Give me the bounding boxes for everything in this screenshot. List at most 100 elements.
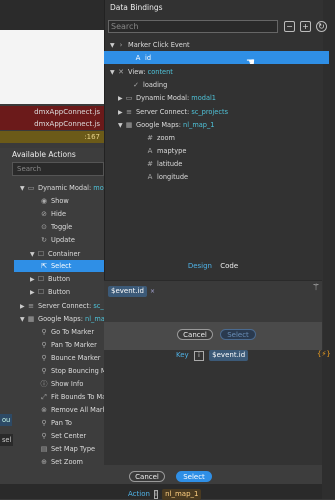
marker-icon: ⚲ — [41, 367, 47, 375]
binding-id[interactable]: Aid — [134, 52, 151, 64]
collapse-icon[interactable]: ▼ — [118, 120, 125, 132]
expand-icon[interactable]: ▶ — [118, 107, 125, 119]
database-icon: ≡ — [126, 108, 132, 116]
key-value-pill[interactable]: $event.id — [209, 350, 249, 361]
modal-icon: ▭ — [125, 94, 133, 102]
actions-select-button[interactable]: Select — [176, 471, 212, 482]
right-scroll-strip — [322, 0, 335, 499]
side-label: ou — [0, 414, 13, 426]
marker-icon: ⚲ — [41, 432, 47, 440]
action-google-maps[interactable]: ▼ ▦ Google Maps: nl_map_1 — [20, 313, 116, 325]
bindings-search-input[interactable]: Search — [108, 20, 278, 33]
magic-wand-icon[interactable]: ⚚ — [312, 283, 320, 293]
refresh-icon: ↻ — [41, 236, 47, 244]
fit-icon: ⤢ — [41, 393, 47, 401]
expression-token[interactable]: $event.id × — [108, 286, 155, 297]
action-set-center[interactable]: ⚲ Set Center — [40, 430, 86, 442]
action-show[interactable]: ◉ Show — [40, 195, 69, 207]
expand-icon[interactable]: ▶ — [30, 274, 37, 286]
action-value-pill[interactable]: nl_map_1 — [162, 489, 202, 500]
tab-design[interactable]: Design — [188, 262, 212, 270]
container-icon: ☐ — [37, 250, 45, 258]
collapse-icon[interactable]: ▼ — [110, 40, 117, 52]
text-type-icon: A — [147, 147, 153, 155]
console-row: dmxAppConnect.js — [0, 106, 104, 118]
info-icon: i — [154, 490, 158, 499]
collapse-icon[interactable]: ▼ — [20, 183, 27, 195]
action-button-2[interactable]: ▶ ☐ Button — [30, 286, 70, 298]
binding-marker-click-event[interactable]: ▼ › Marker Click Event — [110, 39, 190, 51]
modal-icon: ▭ — [27, 184, 35, 192]
binding-view-content[interactable]: ▼ ✕ View: content — [110, 66, 173, 78]
key-property-row: Key i $event.id — [176, 350, 249, 361]
marker-icon: ⚲ — [41, 328, 47, 336]
console-row: dmxAppConnect.js — [0, 118, 104, 130]
map-type-icon: ▤ — [40, 445, 48, 453]
expand-icon[interactable]: ▶ — [20, 301, 27, 313]
eye-icon: ◉ — [40, 197, 48, 205]
binding-zoom[interactable]: # zoom — [146, 132, 175, 144]
action-show-info[interactable]: ⓘ Show Info — [40, 378, 84, 390]
side-label: sel — [0, 434, 14, 446]
editor-tabs: Design Code — [104, 262, 322, 276]
action-set-map-type[interactable]: ▤ Set Map Type — [40, 443, 95, 455]
expand-all-icon[interactable]: + — [300, 21, 311, 32]
remove-token-icon[interactable]: × — [150, 288, 155, 295]
text-type-icon: A — [147, 173, 153, 181]
info-icon: ⓘ — [40, 380, 48, 388]
toolbar-strip — [0, 0, 104, 30]
actions-cancel-button[interactable]: Cancel — [129, 471, 165, 482]
database-icon: ≡ — [28, 302, 34, 310]
binding-google-maps[interactable]: ▼ ▦ Google Maps: nl_map_1 — [118, 119, 214, 131]
eye-off-icon: ⊘ — [41, 210, 47, 218]
bindings-icon[interactable]: {⚡} — [317, 350, 331, 358]
check-icon: ✓ — [133, 81, 139, 89]
expand-icon[interactable]: ▶ — [30, 287, 37, 299]
bindings-select-button[interactable]: Select — [220, 329, 256, 340]
binding-latitude[interactable]: # latitude — [146, 158, 182, 170]
bindings-footer — [104, 322, 322, 350]
button-icon: ☐ — [37, 275, 45, 283]
refresh-icon[interactable]: ↻ — [316, 21, 327, 32]
binding-dynamic-modal[interactable]: ▶ ▭ Dynamic Modal: modal1 — [118, 92, 216, 104]
binding-longitude[interactable]: Alongitude — [146, 171, 188, 183]
collapse-icon[interactable]: ▼ — [20, 314, 27, 326]
marker-icon: ⚲ — [41, 341, 47, 349]
binding-maptype[interactable]: Amaptype — [146, 145, 187, 157]
bindings-cancel-button[interactable]: Cancel — [177, 329, 213, 340]
remove-icon: ⊗ — [41, 406, 47, 414]
text-type-icon: A — [135, 54, 141, 62]
cursor-icon: ⇱ — [41, 262, 47, 270]
collapse-icon[interactable]: ▼ — [110, 67, 117, 79]
collapse-all-icon[interactable]: − — [284, 21, 295, 32]
toggle-icon: ⊙ — [41, 223, 47, 231]
binding-loading[interactable]: ✓ loading — [132, 79, 167, 91]
action-hide[interactable]: ⊘ Hide — [40, 208, 66, 220]
key-label: Key — [176, 351, 189, 359]
actions-search-input[interactable]: Search — [12, 162, 104, 176]
action-go-to-marker[interactable]: ⚲ Go To Marker — [40, 326, 94, 338]
tab-code[interactable]: Code — [220, 262, 238, 270]
info-icon: i — [193, 351, 204, 361]
number-type-icon: # — [147, 134, 153, 142]
expression-pill[interactable]: $event.id — [108, 286, 148, 297]
binding-server-connect[interactable]: ▶ ≡ Server Connect: sc_projects — [118, 106, 228, 118]
action-button-1[interactable]: ▶ ☐ Button — [30, 273, 70, 285]
action-property-row: Action i nl_map_1 — [128, 489, 202, 500]
marker-icon: ⚲ — [41, 419, 47, 427]
console-row: :167 — [0, 131, 104, 143]
action-bounce-marker[interactable]: ⚲ Bounce Marker — [40, 352, 100, 364]
action-container[interactable]: ▼ ☐ Container — [30, 248, 80, 260]
action-label: Action — [128, 490, 150, 498]
action-toggle[interactable]: ⊙ Toggle — [40, 221, 72, 233]
chevron-right-icon: › — [119, 41, 123, 49]
action-pan-to-marker[interactable]: ⚲ Pan To Marker — [40, 339, 96, 351]
action-pan-to[interactable]: ⚲ Pan To — [40, 417, 72, 429]
data-bindings-title: Data Bindings — [110, 3, 163, 12]
expand-icon[interactable]: ▶ — [118, 93, 125, 105]
marker-icon: ⚲ — [41, 354, 47, 362]
action-select[interactable]: ⇱ Select — [14, 260, 104, 272]
action-update[interactable]: ↻ Update — [40, 234, 75, 246]
button-icon: ☐ — [37, 288, 45, 296]
number-type-icon: # — [147, 160, 153, 168]
